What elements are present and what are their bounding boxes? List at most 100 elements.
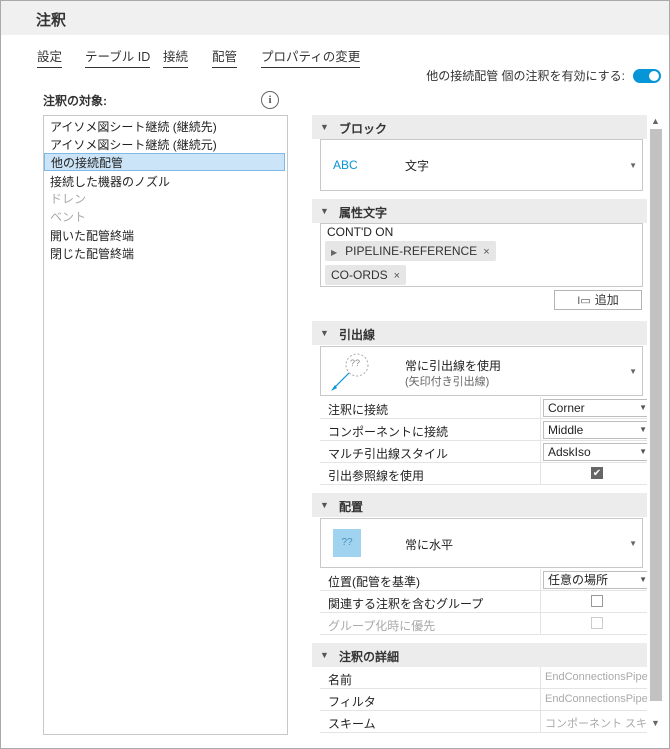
list-item[interactable]: 閉じた配管終端: [44, 245, 285, 263]
property-value-cell: コンポーネント スキーム: [540, 711, 647, 732]
scrollbar-thumb[interactable]: [650, 129, 662, 701]
connect-to-annotation-select[interactable]: Corner ▼: [543, 399, 647, 417]
use-leader-reference-checkbox[interactable]: ✔: [591, 467, 603, 479]
section-title: 配置: [339, 500, 364, 514]
block-section-header[interactable]: ▼ ブロック: [312, 115, 647, 139]
block-dropdown[interactable]: ABC 文字 ▼: [320, 139, 643, 191]
collapse-triangle-icon: ▼: [320, 122, 329, 132]
title-bar: 注釈: [1, 1, 669, 35]
leader-dropdown[interactable]: ?? 常に引出線を使用 (矢印付き引出線) ▼: [320, 346, 643, 396]
property-row: 位置(配管を基準) 任意の場所 ▼: [320, 569, 647, 591]
multileader-style-select[interactable]: AdskIso ▼: [543, 443, 647, 461]
expand-caret-icon: ▶: [331, 248, 338, 257]
property-row: 関連する注釈を含むグループ: [320, 591, 647, 613]
remove-chip-icon[interactable]: ×: [483, 246, 489, 258]
property-label: マルチ引出線スタイル: [328, 447, 449, 461]
tab-piping[interactable]: 配管: [212, 46, 238, 68]
leader-value: 常に引出線を使用: [405, 359, 502, 373]
property-row: 名前 EndConnectionsPipe: [320, 667, 647, 689]
dropdown-arrow-icon: ▼: [629, 367, 637, 376]
scroll-down-icon[interactable]: ▼: [651, 718, 660, 728]
property-row: フィルタ EndConnectionsPipe: [320, 689, 647, 711]
tab-connections[interactable]: 接続: [163, 46, 189, 68]
property-label: 注釈に接続: [328, 403, 389, 417]
property-row: グループ化時に優先: [320, 613, 647, 635]
info-icon[interactable]: i: [261, 91, 279, 109]
property-label: 位置(配管を基準): [328, 575, 420, 589]
property-value-cell: [540, 613, 647, 634]
section-title: 注釈の詳細: [339, 650, 400, 664]
priority-checkbox: [591, 617, 603, 629]
property-row: 注釈に接続 Corner ▼: [320, 397, 647, 419]
attr-section-header[interactable]: ▼ 属性文字: [312, 199, 647, 223]
block-preview: ABC: [333, 158, 358, 172]
tab-table-id[interactable]: テーブル ID: [85, 46, 151, 68]
property-row: 引出参照線を使用 ✔: [320, 463, 647, 485]
property-value-cell: [540, 591, 647, 612]
details-section-header[interactable]: ▼ 注釈の詳細: [312, 643, 647, 667]
property-label: 名前: [328, 673, 353, 687]
tab-property-change[interactable]: プロパティの変更: [261, 46, 361, 68]
placement-preview-icon: ??: [333, 529, 361, 557]
group-checkbox[interactable]: [591, 595, 603, 607]
properties-scrollbar[interactable]: ▲ ▼: [648, 113, 663, 735]
list-item-disabled: ベント: [50, 210, 87, 224]
add-attribute-button[interactable]: I▭ 追加: [554, 290, 642, 310]
property-row: マルチ引出線スタイル AdskIso ▼: [320, 441, 647, 463]
annotation-target-list[interactable]: アイソメ図シート継続 (継続先) アイソメ図シート継続 (継続元) 他の接続配管…: [43, 115, 288, 735]
property-label: 引出参照線を使用: [328, 469, 425, 483]
collapse-triangle-icon: ▼: [320, 328, 329, 338]
list-item-selected[interactable]: 他の接続配管: [44, 153, 285, 171]
placement-section-header[interactable]: ▼ 配置: [312, 493, 647, 517]
annotation-dialog: 注釈 設定 テーブル ID 接続 配管 プロパティの変更 他の接続配管 個の注釈…: [0, 0, 670, 749]
window-title: 注釈: [36, 12, 67, 29]
list-item[interactable]: アイソメ図シート継続 (継続先): [44, 118, 285, 136]
attr-first-line: CONT'D ON: [327, 225, 394, 239]
select-value: Middle: [548, 423, 584, 437]
attr-text-box[interactable]: CONT'D ON ▶ PIPELINE-REFERENCE × CO-ORDS ×: [320, 223, 643, 287]
dropdown-arrow-icon: ▼: [639, 425, 647, 434]
dropdown-arrow-icon: ▼: [629, 161, 637, 170]
enable-annotation-toggle[interactable]: [633, 68, 661, 83]
readonly-value: コンポーネント スキーム: [545, 718, 647, 730]
properties-panel: ▼ ブロック ABC 文字 ▼ ▼ 属性文字 CONT'D ON ▶ PIPELI…: [312, 113, 647, 735]
list-item[interactable]: アイソメ図シート継続 (継続元): [44, 136, 285, 154]
enable-annotation-row: 他の接続配管 個の注釈を有効にする:: [426, 67, 661, 84]
property-label: コンポーネントに接続: [328, 425, 449, 439]
scroll-up-icon[interactable]: ▲: [651, 116, 660, 126]
property-value-cell: 任意の場所 ▼: [540, 569, 647, 590]
attr-chip[interactable]: ▶ PIPELINE-REFERENCE ×: [325, 241, 496, 261]
list-item[interactable]: 開いた配管終端: [44, 227, 285, 245]
leader-value-sub: (矢印付き引出線): [405, 376, 490, 388]
section-title: ブロック: [339, 122, 388, 136]
collapse-triangle-icon: ▼: [320, 650, 329, 660]
collapse-triangle-icon: ▼: [320, 500, 329, 510]
remove-chip-icon[interactable]: ×: [394, 270, 400, 282]
dropdown-arrow-icon: ▼: [639, 447, 647, 456]
tab-settings[interactable]: 設定: [37, 46, 63, 68]
property-row: スキーム コンポーネント スキーム: [320, 711, 647, 733]
property-value-cell: EndConnectionsPipe: [540, 689, 647, 710]
list-item-disabled: ドレン: [50, 192, 87, 206]
readonly-value: EndConnectionsPipe: [545, 693, 647, 705]
dropdown-arrow-icon: ▼: [629, 539, 637, 548]
placement-value: 常に水平: [405, 538, 454, 552]
dropdown-arrow-icon: ▼: [639, 575, 647, 584]
select-value: Corner: [548, 401, 585, 415]
position-select[interactable]: 任意の場所 ▼: [543, 571, 647, 589]
enable-annotation-label: 他の接続配管 個の注釈を有効にする:: [426, 69, 625, 83]
chip-label: CO-ORDS: [331, 268, 388, 282]
property-value-cell: ✔: [540, 463, 647, 484]
collapse-triangle-icon: ▼: [320, 206, 329, 216]
select-value: 任意の場所: [548, 573, 609, 587]
property-label: グループ化時に優先: [328, 619, 436, 633]
connect-to-component-select[interactable]: Middle ▼: [543, 421, 647, 439]
readonly-value: EndConnectionsPipe: [545, 671, 647, 683]
placement-dropdown[interactable]: ?? 常に水平 ▼: [320, 518, 643, 568]
leader-preview-text: ??: [350, 358, 361, 368]
attr-chip[interactable]: CO-ORDS ×: [325, 265, 407, 285]
list-item[interactable]: 接続した機器のノズル: [44, 173, 285, 191]
property-value-cell: Middle ▼: [540, 419, 647, 440]
leader-section-header[interactable]: ▼ 引出線: [312, 321, 647, 345]
property-row: コンポーネントに接続 Middle ▼: [320, 419, 647, 441]
